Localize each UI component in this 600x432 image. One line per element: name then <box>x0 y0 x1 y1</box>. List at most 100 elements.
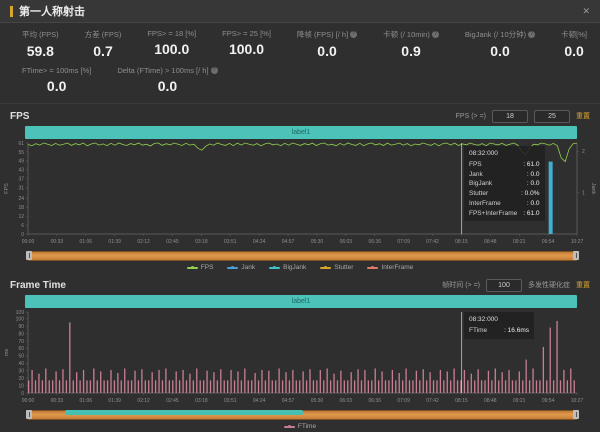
page-title: 第一人称射击 <box>19 3 85 19</box>
svg-text:04:57: 04:57 <box>282 239 295 245</box>
horizontal-scrollbar[interactable] <box>0 410 600 415</box>
svg-text:02:45: 02:45 <box>166 398 179 404</box>
svg-text:43: 43 <box>18 168 24 174</box>
ftime-threshold-input[interactable] <box>486 279 522 292</box>
frame-time-chart-svg[interactable]: 0102030405060708090100109ms00:0000:3301:… <box>0 309 600 409</box>
svg-text:01:39: 01:39 <box>108 398 121 404</box>
metric-label-text: FPS> = 18 [%] <box>147 29 196 38</box>
frame-time-panel: Frame Time 帧时间 (> =) 多发性硬化症 重置 label1 01… <box>0 273 600 432</box>
ftime-series-label-bar[interactable]: label1 <box>25 295 577 308</box>
info-icon[interactable]: ? <box>211 67 218 74</box>
metric-label-text: 方差 (FPS) <box>85 29 122 40</box>
svg-text:00:33: 00:33 <box>51 239 64 245</box>
legend-item-interframe[interactable]: InterFrame <box>367 264 413 271</box>
svg-text:09:21: 09:21 <box>513 398 526 404</box>
metric-1: 方差 (FPS)0.7 <box>85 29 122 59</box>
legend-line-icon <box>367 267 378 269</box>
svg-text:40: 40 <box>18 361 24 367</box>
ftime-unit-label: 多发性硬化症 <box>528 280 570 290</box>
svg-text:05:30: 05:30 <box>311 239 324 245</box>
svg-text:109: 109 <box>16 310 25 316</box>
metric-4: 降帧 (FPS) [/ h]? 0.0 <box>297 29 357 59</box>
close-icon[interactable]: ✕ <box>582 6 590 17</box>
legend-item-stutter[interactable]: Stutter <box>320 264 353 271</box>
svg-text:06:03: 06:03 <box>340 398 353 404</box>
info-icon[interactable]: ? <box>528 31 535 38</box>
legend-label: FTime <box>298 423 316 430</box>
legend-line-icon <box>187 267 198 269</box>
frame-time-chart[interactable]: 0102030405060708090100109ms00:0000:3301:… <box>0 309 600 409</box>
fps-datazoom-slider[interactable] <box>28 251 577 261</box>
metric-value: 0.0 <box>117 78 217 94</box>
legend-item-jank[interactable]: Jank <box>227 264 255 271</box>
svg-text:0: 0 <box>21 391 24 397</box>
fps-series-label-bar[interactable]: label1 <box>25 126 577 139</box>
svg-text:31: 31 <box>18 186 24 192</box>
svg-text:100: 100 <box>16 316 25 322</box>
svg-text:04:24: 04:24 <box>253 398 266 404</box>
svg-text:07:09: 07:09 <box>397 398 410 404</box>
legend-item-bigjank[interactable]: BigJank <box>269 264 306 271</box>
svg-text:50: 50 <box>18 354 24 360</box>
metric-label: FPS> = 25 [%] <box>222 29 271 38</box>
legend-line-icon <box>227 267 238 269</box>
frame-time-panel-title: Frame Time <box>10 280 66 291</box>
metric-label: 降帧 (FPS) [/ h]? <box>297 29 357 40</box>
svg-text:08:15: 08:15 <box>455 398 468 404</box>
metric-value: 0.0 <box>465 43 535 59</box>
metric-value: 100.0 <box>147 41 196 57</box>
svg-text:30: 30 <box>18 369 24 375</box>
metric-label-text: FPS> = 25 [%] <box>222 29 271 38</box>
legend-line-icon <box>269 267 280 269</box>
info-icon[interactable]: ? <box>350 31 357 38</box>
metric-1: Delta (FTime) > 100ms [/ h]?0.0 <box>117 66 217 94</box>
metric-label: FTime> = 100ms [%] <box>22 66 91 75</box>
svg-text:03:51: 03:51 <box>224 239 237 245</box>
metric-label: FPS> = 18 [%] <box>147 29 196 38</box>
svg-text:00:33: 00:33 <box>51 398 64 404</box>
svg-text:6: 6 <box>21 223 24 229</box>
legend-line-icon <box>320 267 331 269</box>
svg-text:70: 70 <box>18 339 24 345</box>
svg-text:90: 90 <box>18 324 24 330</box>
svg-text:07:09: 07:09 <box>397 239 410 245</box>
legend-label: InterFrame <box>381 264 413 271</box>
metrics-row-1: 平均 (FPS)59.8 方差 (FPS)0.7 FPS> = 18 [%] 100.… <box>22 29 584 59</box>
metric-5: 卡顿 (/ 10min)?0.9 <box>383 29 439 59</box>
svg-text:60: 60 <box>18 346 24 352</box>
fps-reset-button[interactable]: 重置 <box>576 111 590 121</box>
ftime-reset-button[interactable]: 重置 <box>576 280 590 290</box>
svg-text:24: 24 <box>18 196 24 202</box>
metric-0: 平均 (FPS)59.8 <box>22 29 59 59</box>
svg-text:20: 20 <box>18 376 24 382</box>
legend-item-ftime[interactable]: FTime <box>284 423 316 430</box>
metric-label: 方差 (FPS) <box>85 29 122 40</box>
metric-label-text: 卡顿 (/ 10min) <box>383 29 430 40</box>
svg-text:55: 55 <box>18 150 24 156</box>
legend-label: Stutter <box>334 264 353 271</box>
legend-item-fps[interactable]: FPS <box>187 264 214 271</box>
metric-label-text: BigJank (/ 10分钟) <box>465 29 526 40</box>
svg-text:10:27: 10:27 <box>571 398 584 404</box>
fps-chart[interactable]: 0612182431374349556112FPSJank00:0000:330… <box>0 140 600 250</box>
svg-text:04:57: 04:57 <box>282 398 295 404</box>
horizontal-scrollbar-thumb[interactable] <box>65 410 303 415</box>
metric-value: 0.0 <box>297 43 357 59</box>
svg-text:01:06: 01:06 <box>80 398 93 404</box>
metric-0: FTime> = 100ms [%]0.0 <box>22 66 91 94</box>
info-icon[interactable]: ? <box>432 31 439 38</box>
svg-text:37: 37 <box>18 177 24 183</box>
svg-text:2: 2 <box>582 149 585 155</box>
metrics-row-2: FTime> = 100ms [%]0.0Delta (FTime) > 100… <box>22 66 584 94</box>
datazoom-handle-right-icon[interactable] <box>573 251 579 260</box>
datazoom-handle-left-icon[interactable] <box>26 251 32 260</box>
fps-panel-title: FPS <box>10 111 29 122</box>
fps-threshold-input-low[interactable] <box>492 110 528 123</box>
metric-value: 0.0 <box>561 43 587 59</box>
svg-text:08:15: 08:15 <box>455 239 468 245</box>
svg-text:0: 0 <box>21 232 24 238</box>
fps-threshold-input-high[interactable] <box>534 110 570 123</box>
fps-threshold-label: FPS (> =) <box>456 113 486 120</box>
metric-label: 卡顿[%] <box>561 29 587 40</box>
fps-chart-svg[interactable]: 0612182431374349556112FPSJank00:0000:330… <box>0 140 600 250</box>
